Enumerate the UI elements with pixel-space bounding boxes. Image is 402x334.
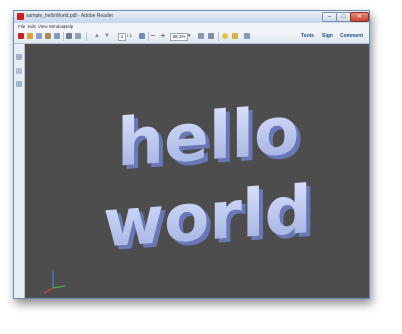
- zoom-dropdown-icon[interactable]: ▾: [188, 33, 191, 39]
- toolbar: ▲ ▼ 1 / 1 − + 88.1% ▾ Tools Sign Comment: [14, 30, 369, 44]
- world-text-3d: world world: [103, 171, 316, 266]
- zoom-out-icon[interactable]: −: [150, 32, 156, 40]
- printer-icon[interactable]: [66, 33, 72, 39]
- minimize-button[interactable]: –: [322, 12, 337, 22]
- zoom-level-input[interactable]: 88.1%: [170, 33, 188, 41]
- model-tree-icon[interactable]: [16, 81, 22, 87]
- world-face: world: [103, 171, 312, 263]
- cloud-icon[interactable]: [75, 33, 81, 39]
- adobe-reader-icon: [17, 13, 24, 20]
- menu-window[interactable]: Window: [49, 24, 65, 29]
- sign-icon[interactable]: [244, 33, 250, 39]
- close-button[interactable]: ✕: [350, 12, 369, 22]
- next-page-icon[interactable]: ▼: [104, 33, 110, 39]
- menu-edit[interactable]: Edit: [28, 24, 36, 29]
- navigation-pane: [14, 44, 25, 298]
- document-viewer[interactable]: hello hello world world: [25, 44, 369, 298]
- fit-width-icon[interactable]: [208, 33, 214, 39]
- maximize-button[interactable]: □: [336, 12, 351, 22]
- previous-page-icon[interactable]: ▲: [94, 33, 100, 39]
- window-title: sample_helloWorld.pdf - Adobe Reader: [26, 13, 114, 19]
- open-icon[interactable]: [27, 33, 33, 39]
- fit-page-icon[interactable]: [198, 33, 204, 39]
- highlight-icon[interactable]: [232, 33, 238, 39]
- axis-x: [43, 287, 54, 294]
- menu-bar: File Edit View Window Help: [14, 23, 369, 30]
- sign-tab[interactable]: Sign: [322, 32, 333, 40]
- pages-icon[interactable]: [16, 54, 22, 60]
- hello-text-3d: hello hello: [117, 92, 303, 185]
- tools-tab[interactable]: Tools: [301, 32, 314, 40]
- select-tool-icon[interactable]: [139, 33, 145, 39]
- toolbar-separator: [218, 32, 219, 41]
- title-bar[interactable]: sample_helloWorld.pdf - Adobe Reader – □…: [14, 11, 369, 23]
- toolbar-separator: [86, 32, 87, 41]
- page-total: / 1: [127, 33, 133, 38]
- toolbar-separator: [63, 32, 64, 41]
- comment-icon[interactable]: [222, 33, 228, 39]
- create-pdf-icon[interactable]: [18, 33, 24, 39]
- menu-view[interactable]: View: [38, 24, 48, 29]
- axes-indicator: [43, 270, 66, 294]
- page-number-input[interactable]: 1: [118, 33, 126, 41]
- axis-y: [52, 285, 66, 289]
- comment-tab[interactable]: Comment: [340, 32, 363, 40]
- hello-face: hello: [117, 92, 299, 182]
- reader-window: sample_helloWorld.pdf - Adobe Reader – □…: [13, 10, 370, 299]
- 3d-model-canvas[interactable]: hello hello world world: [25, 44, 369, 298]
- email-icon[interactable]: [54, 33, 60, 39]
- print-icon[interactable]: [45, 33, 51, 39]
- zoom-in-icon[interactable]: +: [160, 32, 166, 40]
- menu-file[interactable]: File: [18, 24, 25, 29]
- attachments-icon[interactable]: [16, 68, 22, 74]
- save-icon[interactable]: [36, 33, 42, 39]
- menu-help[interactable]: Help: [64, 24, 73, 29]
- toolbar-separator: [148, 32, 149, 41]
